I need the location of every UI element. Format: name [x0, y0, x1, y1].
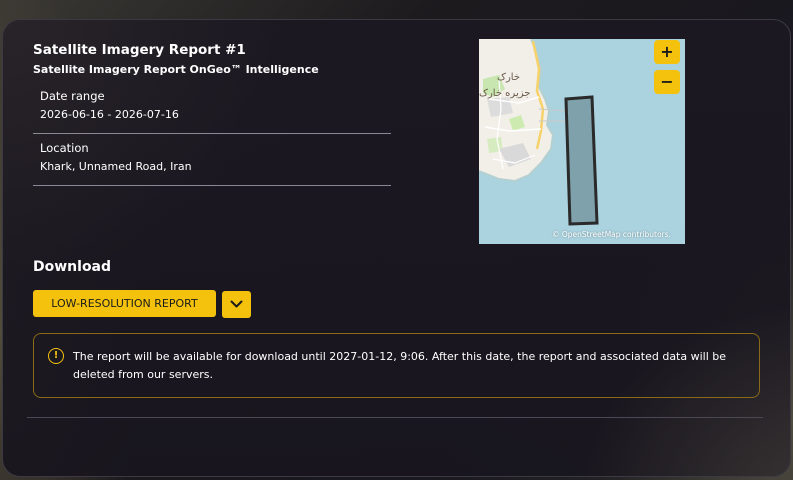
map-tiles — [479, 39, 685, 244]
date-range-value: 2026-06-16 - 2026-07-16 — [40, 108, 179, 121]
date-range-block: Date range 2026-06-16 - 2026-07-16 — [33, 84, 391, 134]
download-heading: Download — [33, 259, 112, 275]
map-place-label-1: خارک — [497, 72, 521, 83]
availability-notice-text: The report will be available for downloa… — [73, 350, 727, 381]
map-attribution[interactable]: © OpenStreetMap contributors. — [552, 230, 671, 239]
zoom-out-button[interactable]: − — [654, 70, 680, 94]
warning-icon: ! — [48, 348, 64, 364]
map-place-label-2: جزیره خارک — [479, 88, 531, 99]
report-title: Satellite Imagery Report #1 — [33, 42, 246, 58]
report-subtitle: Satellite Imagery Report OnGeo™ Intellig… — [33, 63, 319, 76]
date-range-label: Date range — [40, 89, 105, 103]
chevron-down-icon — [230, 300, 243, 308]
zoom-in-button[interactable]: + — [654, 40, 680, 64]
section-divider — [27, 417, 763, 418]
map-view[interactable]: خارک جزیره خارک — [479, 39, 685, 244]
location-block: Location Khark, Unnamed Road, Iran — [33, 136, 391, 186]
location-value: Khark, Unnamed Road, Iran — [40, 160, 192, 173]
location-label: Location — [40, 141, 89, 155]
availability-notice: ! The report will be available for downl… — [33, 333, 760, 398]
report-options-dropdown-button[interactable] — [222, 291, 251, 318]
low-resolution-report-button[interactable]: LOW-RESOLUTION REPORT — [33, 290, 216, 317]
